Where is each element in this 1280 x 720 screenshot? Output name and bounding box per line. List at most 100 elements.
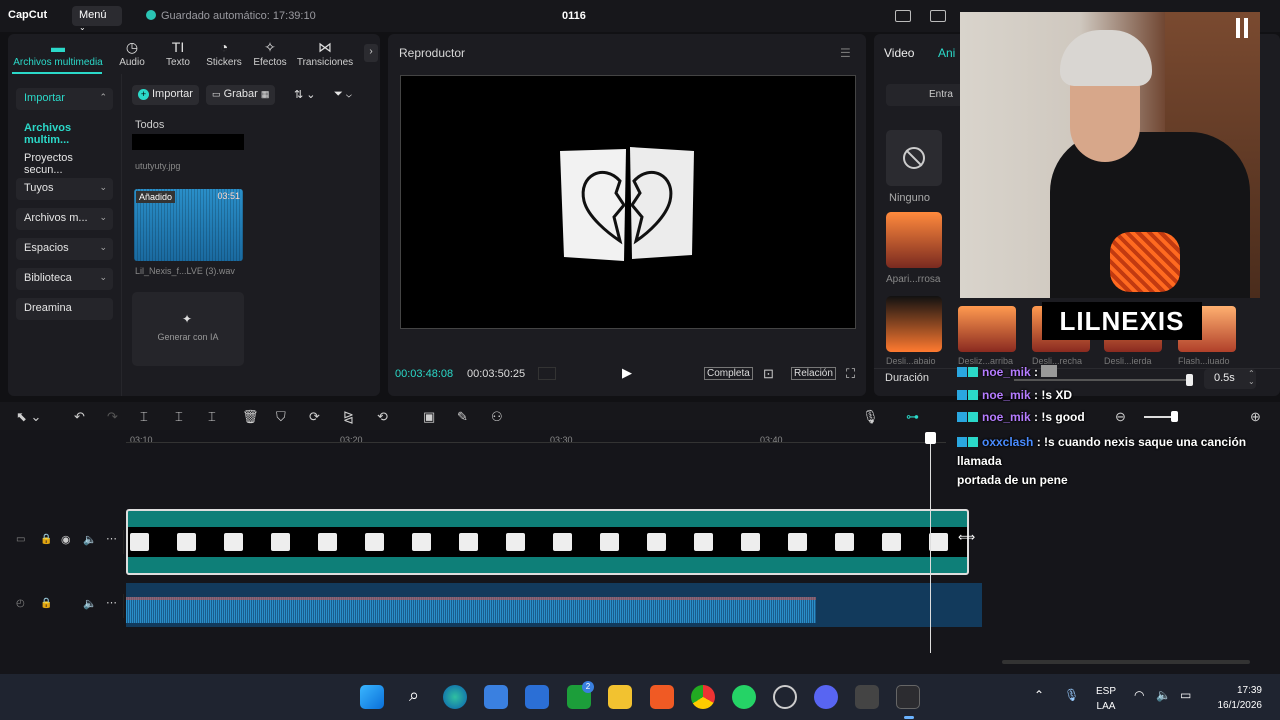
mic-tray-icon[interactable]: 🎙 [1064, 688, 1079, 702]
more-icon[interactable]: ⋯ [106, 596, 117, 609]
video-clip[interactable] [126, 509, 969, 575]
ai-generate-card[interactable]: ✦ Generar con IA [132, 292, 244, 366]
audio-thumbnail[interactable]: Añadido 03:51 [134, 189, 243, 261]
layout-icon[interactable] [895, 10, 911, 22]
brave-icon[interactable] [650, 685, 674, 709]
windows-start-icon[interactable] [360, 685, 384, 709]
folder-icon[interactable] [608, 685, 632, 709]
ruler-tick: 03:40 [760, 435, 783, 445]
person-icon[interactable]: ⚇ [491, 409, 503, 425]
hamburger-icon[interactable]: ☰ [840, 46, 851, 60]
mirror-icon[interactable]: ⧎ [343, 409, 354, 425]
chat-message: noe_mik : !s XD [957, 388, 1072, 402]
select-tool-icon[interactable]: ⬉ ⌄ [16, 409, 41, 425]
widgets-icon[interactable] [525, 685, 549, 709]
split-right-icon[interactable]: ⌶ [208, 409, 216, 425]
rotate-icon[interactable]: ⟲ [377, 409, 388, 425]
microphone-icon[interactable]: 🎙 [862, 409, 879, 425]
record-button[interactable]: ▭ Grabar ▦ [206, 85, 276, 105]
zoom-in-icon[interactable]: ⊕ [1250, 409, 1261, 425]
crop-icon[interactable]: ⟳ [309, 409, 320, 425]
lock-icon[interactable]: 🔒 [40, 598, 52, 609]
tab-media[interactable]: ▬ Archivos multimedia [10, 39, 106, 68]
xbox-icon[interactable]: 2 [567, 681, 594, 709]
slider-handle[interactable] [1186, 374, 1193, 386]
wifi-icon[interactable]: ◠ [1134, 688, 1144, 702]
import-button[interactable]: + Importar [132, 85, 199, 105]
fullscreen-icon[interactable]: ⛶ [846, 366, 855, 382]
aspect-ratio-button[interactable]: Relación [791, 367, 836, 380]
filter-button[interactable]: ⏷ ⌄ [328, 85, 358, 105]
redo-icon[interactable]: ↷ [107, 409, 118, 425]
app-icon[interactable] [855, 685, 879, 709]
sidebar-item-yours[interactable]: Tuyos ⌄ [16, 178, 113, 200]
time-ruler[interactable]: 03:10 03:20 03:30 03:40 [126, 430, 946, 450]
resize-handle-icon[interactable]: ⟺ [958, 530, 975, 544]
edge-icon[interactable] [443, 685, 467, 709]
whatsapp-icon[interactable] [732, 685, 756, 709]
speaker-icon[interactable]: 🔈 [83, 533, 97, 546]
sidebar-item-spaces[interactable]: Espacios ⌄ [16, 238, 113, 260]
menu-button[interactable]: Menú ⌄ [72, 6, 122, 32]
duration-slider[interactable] [1014, 379, 1190, 381]
sidebar-item-library[interactable]: Biblioteca ⌄ [16, 268, 113, 290]
zoom-handle[interactable] [1171, 411, 1178, 422]
link-icon[interactable]: ⊶ [906, 409, 919, 425]
preview-canvas[interactable] [400, 75, 856, 329]
chevron-up-icon[interactable]: ⌃ [1034, 688, 1044, 702]
magic-icon[interactable]: ✎ [457, 409, 468, 425]
import-label: Importar [152, 88, 193, 100]
animation-preset[interactable] [886, 212, 942, 268]
none-option[interactable] [886, 130, 942, 186]
search-icon[interactable]: ⌕ [402, 685, 426, 709]
playhead[interactable] [930, 438, 931, 653]
discord-icon[interactable] [814, 685, 838, 709]
lock-icon[interactable]: 🔒 [40, 534, 52, 545]
sidebar-item-files[interactable]: Archivos m... ⌄ [16, 208, 113, 230]
audio-clip[interactable] [126, 583, 982, 627]
tab-effects[interactable]: ✧ Efectos [242, 39, 298, 68]
split-left-icon[interactable]: ⌶ [175, 409, 183, 425]
playhead-handle[interactable] [925, 432, 936, 444]
full-quality-button[interactable]: Completa [704, 367, 753, 380]
split-icon[interactable]: ⌶ [140, 409, 148, 425]
shortcuts-icon[interactable] [930, 10, 946, 22]
screenshot-icon[interactable]: ⊡ [763, 366, 774, 382]
chrome-icon[interactable] [691, 685, 715, 709]
sidebar-item-subprojects[interactable]: Proyectos secun... [16, 148, 113, 176]
tab-animation[interactable]: Ani [938, 46, 955, 60]
horizontal-scrollbar[interactable] [1002, 660, 1250, 664]
sort-button[interactable]: ⇅ ⌄ [288, 85, 322, 105]
sidebar-item-dreamina[interactable]: Dreamina [16, 298, 113, 320]
tab-transitions[interactable]: ⋈ Transiciones [293, 39, 357, 68]
animation-preset[interactable] [886, 296, 942, 352]
eye-icon[interactable]: ◉ [61, 533, 71, 546]
sidebar-item-media-files[interactable]: Archivos multim... [16, 118, 113, 146]
zoom-out-icon[interactable]: ⊖ [1115, 409, 1126, 425]
store-icon[interactable] [484, 685, 508, 709]
current-time: 00:03:48:08 [395, 368, 454, 380]
cover-icon[interactable]: ▭ [16, 534, 25, 545]
language-indicator[interactable]: ESP LAA [1096, 684, 1116, 714]
clock[interactable]: 17:39 16/1/2026 [1206, 683, 1263, 713]
delete-icon[interactable]: 🗑 [242, 409, 259, 425]
image-thumbnail[interactable] [132, 134, 244, 150]
undo-icon[interactable]: ↶ [74, 409, 85, 425]
badge-icon [957, 437, 967, 447]
sidebar-item-import[interactable]: Importar ⌃ [16, 88, 113, 110]
clip-thumbnail [318, 533, 337, 551]
animation-preset[interactable] [958, 306, 1016, 352]
tab-video[interactable]: Video [884, 46, 914, 60]
capcut-icon[interactable] [896, 685, 920, 709]
battery-icon[interactable]: ▭ [1180, 688, 1191, 702]
shield-icon[interactable]: ⛉ [276, 409, 286, 425]
hd-icon[interactable]: ▣ [423, 409, 435, 425]
speaker-icon[interactable]: 🔈 [83, 597, 97, 610]
obs-icon[interactable] [773, 685, 797, 709]
more-icon[interactable]: ⋯ [106, 532, 117, 545]
play-button[interactable]: ▶ [622, 365, 632, 381]
stepper-icon[interactable]: ⌃ ⌄ [1248, 370, 1255, 386]
volume-icon[interactable]: 🔈 [1156, 688, 1171, 702]
chevron-right-icon[interactable]: › [364, 44, 378, 62]
frame-icon[interactable] [538, 367, 556, 380]
